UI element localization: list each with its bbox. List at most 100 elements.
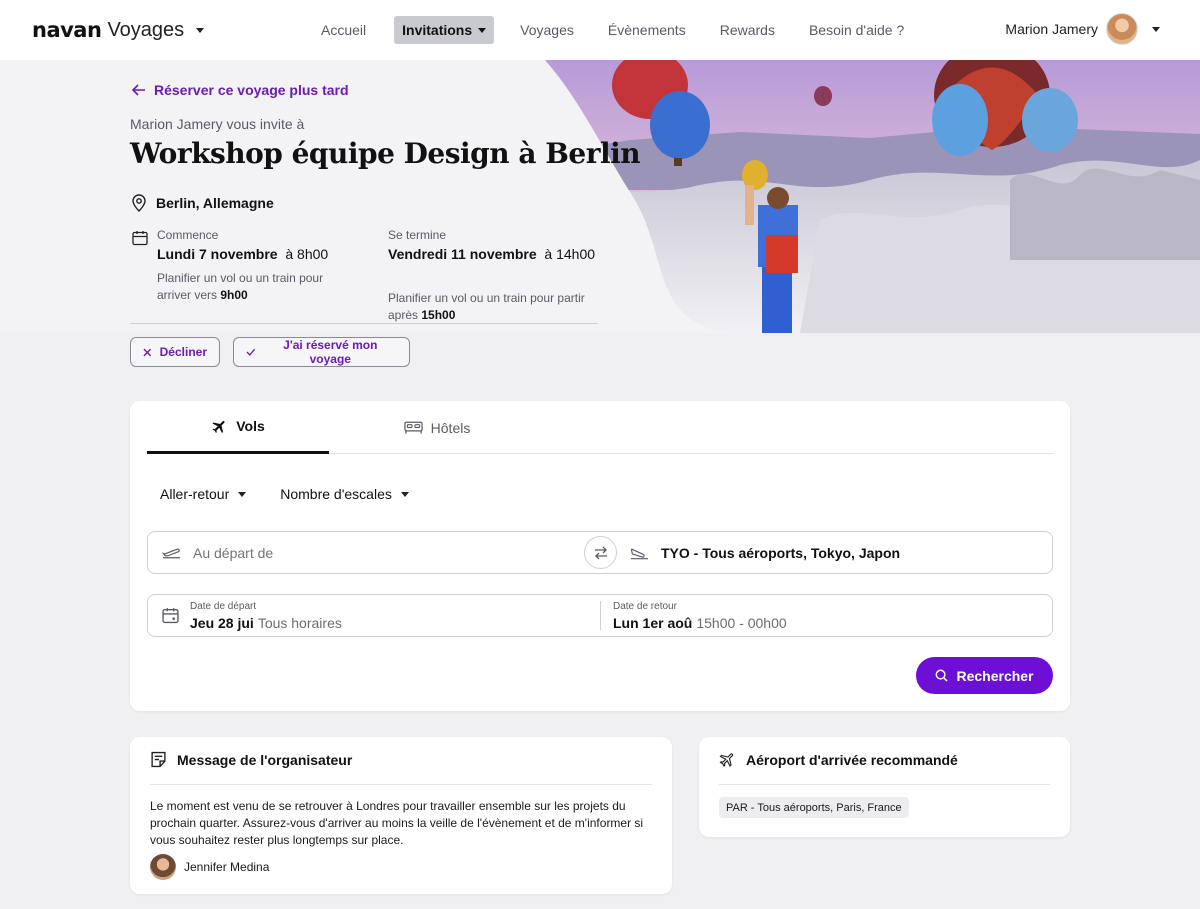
- tab-label: Vols: [236, 418, 265, 434]
- trip-type-dropdown[interactable]: Aller-retour: [160, 486, 247, 502]
- chevron-down-icon: [478, 27, 487, 33]
- nav-link-voyages[interactable]: Voyages: [504, 16, 590, 44]
- airplane-icon: [719, 753, 734, 767]
- nav-link-label: Voyages: [520, 22, 574, 38]
- tab-label: Hôtels: [430, 419, 471, 436]
- chevron-down-icon: [1152, 26, 1160, 32]
- destination-field[interactable]: TYO - Tous aéroports, Tokyo, Japon: [630, 532, 900, 573]
- end-datetime: Vendredi 11 novembre à 14h00: [388, 246, 600, 262]
- stops-value: Nombre d'escales: [280, 486, 392, 502]
- trip-type-value: Aller-retour: [160, 486, 230, 502]
- start-day: Lundi 7 novembre: [157, 246, 278, 262]
- depart-label: Date de départ: [190, 601, 257, 612]
- book-later-link[interactable]: Réserver ce voyage plus tard: [132, 82, 349, 98]
- top-navigation: navan Voyages Accueil Invitations Voyage…: [0, 0, 1200, 60]
- search-button[interactable]: Rechercher: [916, 657, 1053, 694]
- stops-dropdown[interactable]: Nombre d'escales: [280, 486, 409, 502]
- depart-value: Jeu 28 jui Tous horaires: [190, 615, 342, 631]
- return-value: Lun 1er aoû 15h00 - 00h00: [613, 615, 787, 631]
- navan-logo: navan: [32, 18, 102, 42]
- decline-button[interactable]: Décliner: [130, 337, 220, 367]
- search-tabs: Vols Hôtels: [147, 401, 1053, 454]
- date-divider: [600, 601, 601, 630]
- close-icon: [143, 348, 152, 356]
- divider: [719, 784, 1050, 785]
- map-pin-icon: [132, 194, 146, 212]
- depart-time: Tous horaires: [257, 615, 342, 631]
- tab-hotels[interactable]: Hôtels: [377, 401, 497, 454]
- airport-header: Aéroport d'arrivée recommandé: [719, 751, 958, 768]
- end-note-text: Planifier un vol ou un train pour partir…: [388, 291, 585, 322]
- start-datetime: Lundi 7 novembre à 8h00: [157, 246, 337, 262]
- return-date-field[interactable]: Date de retour Lun 1er aoû 15h00 - 00h00: [613, 595, 1043, 636]
- takeoff-icon: [162, 548, 181, 558]
- calendar-icon: [162, 608, 179, 624]
- end-note: Planifier un vol ou un train pour partir…: [388, 290, 600, 324]
- message-body: Le moment est venu de se retrouver à Lon…: [150, 799, 644, 847]
- arrow-left-icon: [132, 84, 145, 96]
- book-later-label: Réserver ce voyage plus tard: [154, 82, 349, 98]
- nav-link-rewards[interactable]: Rewards: [704, 16, 791, 44]
- airport-chip: PAR - Tous aéroports, Paris, France: [719, 797, 909, 818]
- booked-button[interactable]: J'ai réservé mon voyage: [233, 337, 410, 367]
- start-time: à 8h00: [285, 246, 329, 262]
- return-time: 15h00 - 00h00: [696, 615, 787, 631]
- swap-route-button[interactable]: [584, 536, 617, 569]
- avatar: [150, 854, 176, 880]
- swap-icon: [594, 546, 607, 559]
- destination-value: TYO - Tous aéroports, Tokyo, Japon: [661, 544, 901, 561]
- nav-link-label: Rewards: [719, 22, 775, 38]
- hot-air-balloons-image: [540, 60, 1200, 333]
- start-note: Planifier un vol ou un train pour arrive…: [157, 270, 337, 304]
- route-fields: TYO - Tous aéroports, Tokyo, Japon: [147, 531, 1053, 574]
- brand-product-name: Voyages: [107, 18, 185, 41]
- chevron-down-icon: [238, 491, 247, 497]
- return-label: Date de retour: [613, 601, 677, 612]
- chevron-down-icon: [400, 491, 409, 497]
- nav-link-aide[interactable]: Besoin d'aide ?: [793, 16, 920, 44]
- nav-link-accueil[interactable]: Accueil: [305, 16, 382, 44]
- nav-link-label: Accueil: [321, 22, 367, 38]
- check-icon: [246, 348, 256, 356]
- brand-switcher[interactable]: navan Voyages: [32, 18, 205, 42]
- flight-search-card: Vols Hôtels Aller-retour Nombre d'escale…: [130, 401, 1070, 711]
- recommended-airport-card: Aéroport d'arrivée recommandé PAR - Tous…: [699, 737, 1070, 837]
- search-icon: [936, 669, 949, 682]
- event-dates: Commence Lundi 7 novembre à 8h00 Planifi…: [130, 228, 598, 324]
- inviter-text: Marion Jamery vous invite à: [130, 116, 305, 132]
- message-author: Jennifer Medina: [150, 854, 269, 880]
- tab-vols[interactable]: Vols: [147, 401, 329, 454]
- nav-link-evenements[interactable]: Évènements: [592, 16, 702, 44]
- date-fields: Date de départ Jeu 28 jui Tous horaires D…: [147, 594, 1053, 637]
- depart-date: Jeu 28 jui: [190, 615, 254, 631]
- airplane-icon: [212, 420, 225, 433]
- chevron-down-icon: [196, 27, 205, 33]
- nav-links: Accueil Invitations Voyages Évènements R…: [305, 16, 922, 44]
- nav-link-invitations[interactable]: Invitations: [394, 16, 495, 44]
- depart-date-field[interactable]: Date de départ Jeu 28 jui Tous horaires: [162, 595, 592, 636]
- search-filters: Aller-retour Nombre d'escales: [160, 486, 409, 502]
- origin-field[interactable]: [162, 532, 553, 573]
- avatar: [1106, 13, 1138, 45]
- origin-input[interactable]: [193, 544, 553, 561]
- end-label: Se termine: [388, 228, 447, 242]
- bed-icon: [403, 421, 423, 434]
- start-label: Commence: [157, 228, 219, 242]
- return-date: Lun 1er aoû: [613, 615, 693, 631]
- end-time: à 14h00: [544, 246, 596, 262]
- landing-icon: [630, 548, 649, 559]
- start-date-block: Commence Lundi 7 novembre à 8h00 Planifi…: [157, 228, 337, 304]
- decline-label: Décliner: [159, 345, 207, 359]
- nav-link-label: Besoin d'aide ?: [808, 22, 905, 38]
- nav-link-label: Invitations: [402, 22, 473, 38]
- nav-link-label: Évènements: [607, 22, 686, 38]
- end-day: Vendredi 11 novembre: [388, 246, 537, 262]
- location-text: Berlin, Allemagne: [156, 195, 274, 211]
- calendar-icon: [132, 231, 148, 246]
- message-header: Message de l'organisateur: [150, 751, 352, 768]
- booked-label: J'ai réservé mon voyage: [283, 338, 378, 366]
- user-menu[interactable]: Marion Jamery: [1005, 13, 1160, 45]
- message-title: Message de l'organisateur: [177, 751, 353, 768]
- start-note-time: 9h00: [220, 288, 248, 302]
- user-name: Marion Jamery: [1005, 21, 1098, 37]
